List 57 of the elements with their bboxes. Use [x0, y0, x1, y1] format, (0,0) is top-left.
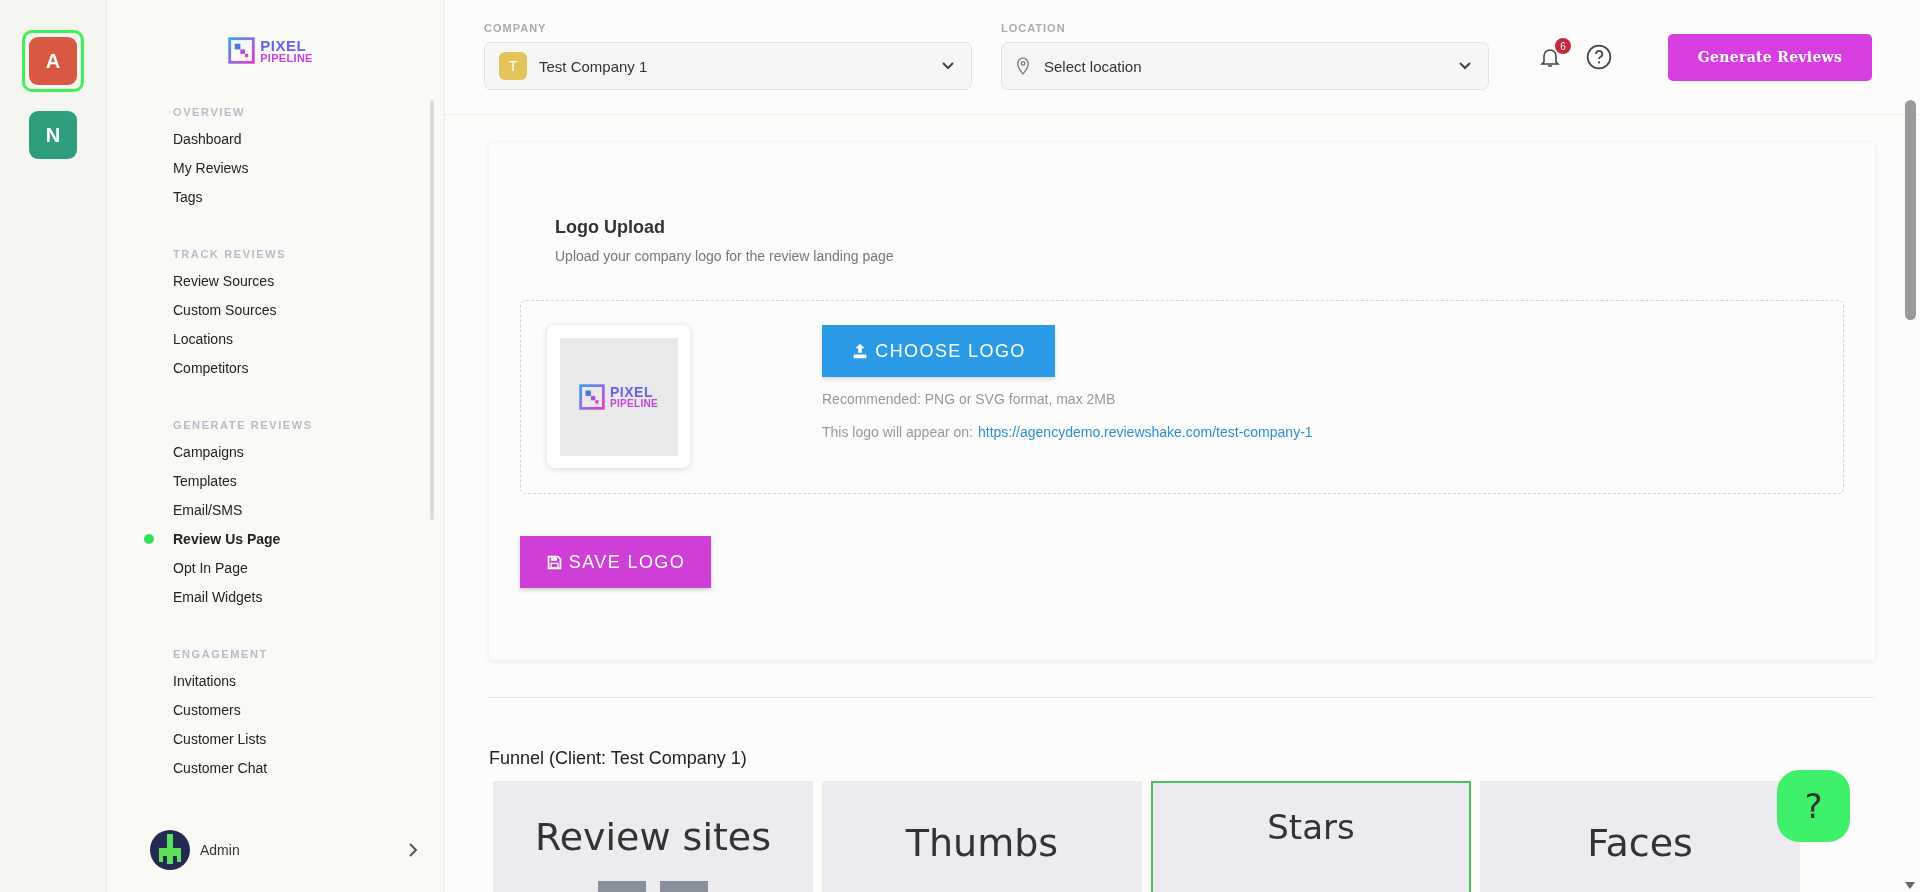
nav-item[interactable]: Opt In Page	[173, 559, 248, 577]
nav-item[interactable]: Customer Lists	[173, 730, 267, 748]
nav-item[interactable]: Email Widgets	[173, 588, 263, 606]
location-input[interactable]: Select location	[1042, 56, 1446, 76]
nav-item[interactable]: Customer Chat	[173, 759, 268, 777]
logo-text: PIPELINE	[260, 52, 313, 64]
nav-item[interactable]: Competitors	[173, 359, 249, 377]
section-heading: GENERATE REVIEWS	[173, 419, 313, 431]
nav-item[interactable]: Dashboard	[173, 130, 242, 148]
section-heading: TRACK REVIEWS	[173, 248, 287, 260]
field-label: COMPANY	[484, 22, 548, 34]
location-select[interactable]: Select location	[1001, 42, 1489, 90]
funnel-title: Funnel (Client: Test Company 1)	[489, 748, 748, 769]
logo-text: PIPELINE	[610, 398, 658, 409]
appear-text: This logo will appear on:	[822, 424, 973, 440]
section-heading: ENGAGEMENT	[173, 648, 268, 660]
section-subtitle: Upload your company logo for the review landing page	[555, 248, 895, 264]
nav-item[interactable]: Review Us Page	[173, 530, 281, 548]
active-dot-icon	[144, 534, 154, 544]
nav-item[interactable]: Invitations	[173, 672, 237, 690]
chevron-right-icon[interactable]	[408, 842, 418, 858]
company-avatar: T	[499, 52, 527, 80]
nav-item[interactable]: Locations	[173, 330, 233, 348]
nav-item[interactable]: My Reviews	[173, 159, 249, 177]
nav-item[interactable]: Customers	[173, 701, 241, 719]
field-label: LOCATION	[1001, 22, 1067, 34]
funnel-option[interactable]: Thumbs	[822, 781, 1142, 892]
format-hint: Recommended: PNG or SVG format, max 2MB	[822, 391, 1117, 407]
nav-item[interactable]: Tags	[173, 188, 203, 206]
nav-item[interactable]: Review Sources	[173, 272, 275, 290]
pixel-square-icon	[579, 383, 605, 410]
help-button[interactable]: ?	[1777, 770, 1850, 842]
nav-item[interactable]: Custom Sources	[173, 301, 277, 319]
logo-text: PIXEL	[260, 37, 308, 53]
help-icon[interactable]	[1586, 44, 1612, 70]
funnel-option[interactable]: Stars	[1151, 781, 1471, 892]
nav-item[interactable]: Campaigns	[173, 443, 244, 461]
pixel-square-icon	[228, 37, 256, 64]
logo-text: PIXEL	[610, 384, 653, 399]
section-title: Logo Upload	[555, 217, 666, 238]
section-heading: OVERVIEW	[173, 106, 245, 118]
workspace-button[interactable]: A	[22, 30, 84, 92]
nav-item[interactable]: Email/SMS	[173, 501, 243, 519]
notification-count: 6	[1555, 38, 1571, 54]
save-logo-button[interactable]: SAVE LOGO	[520, 536, 711, 588]
workspace-tile: A	[29, 37, 77, 85]
avatar-icon	[150, 830, 190, 870]
funnel-option[interactable]: Faces	[1480, 781, 1800, 892]
chevron-down-icon	[941, 61, 955, 71]
map-pin-icon	[1016, 57, 1030, 75]
funnel-option[interactable]: Review sites	[493, 781, 813, 892]
user-name: Admin	[200, 842, 241, 858]
generate-reviews-button[interactable]: Generate Reviews	[1668, 33, 1872, 81]
nav-item[interactable]: Templates	[173, 472, 237, 490]
workspace-tile: N	[29, 111, 77, 159]
company-select[interactable]: T Test Company 1	[484, 42, 972, 90]
chevron-down-icon	[1458, 61, 1472, 71]
